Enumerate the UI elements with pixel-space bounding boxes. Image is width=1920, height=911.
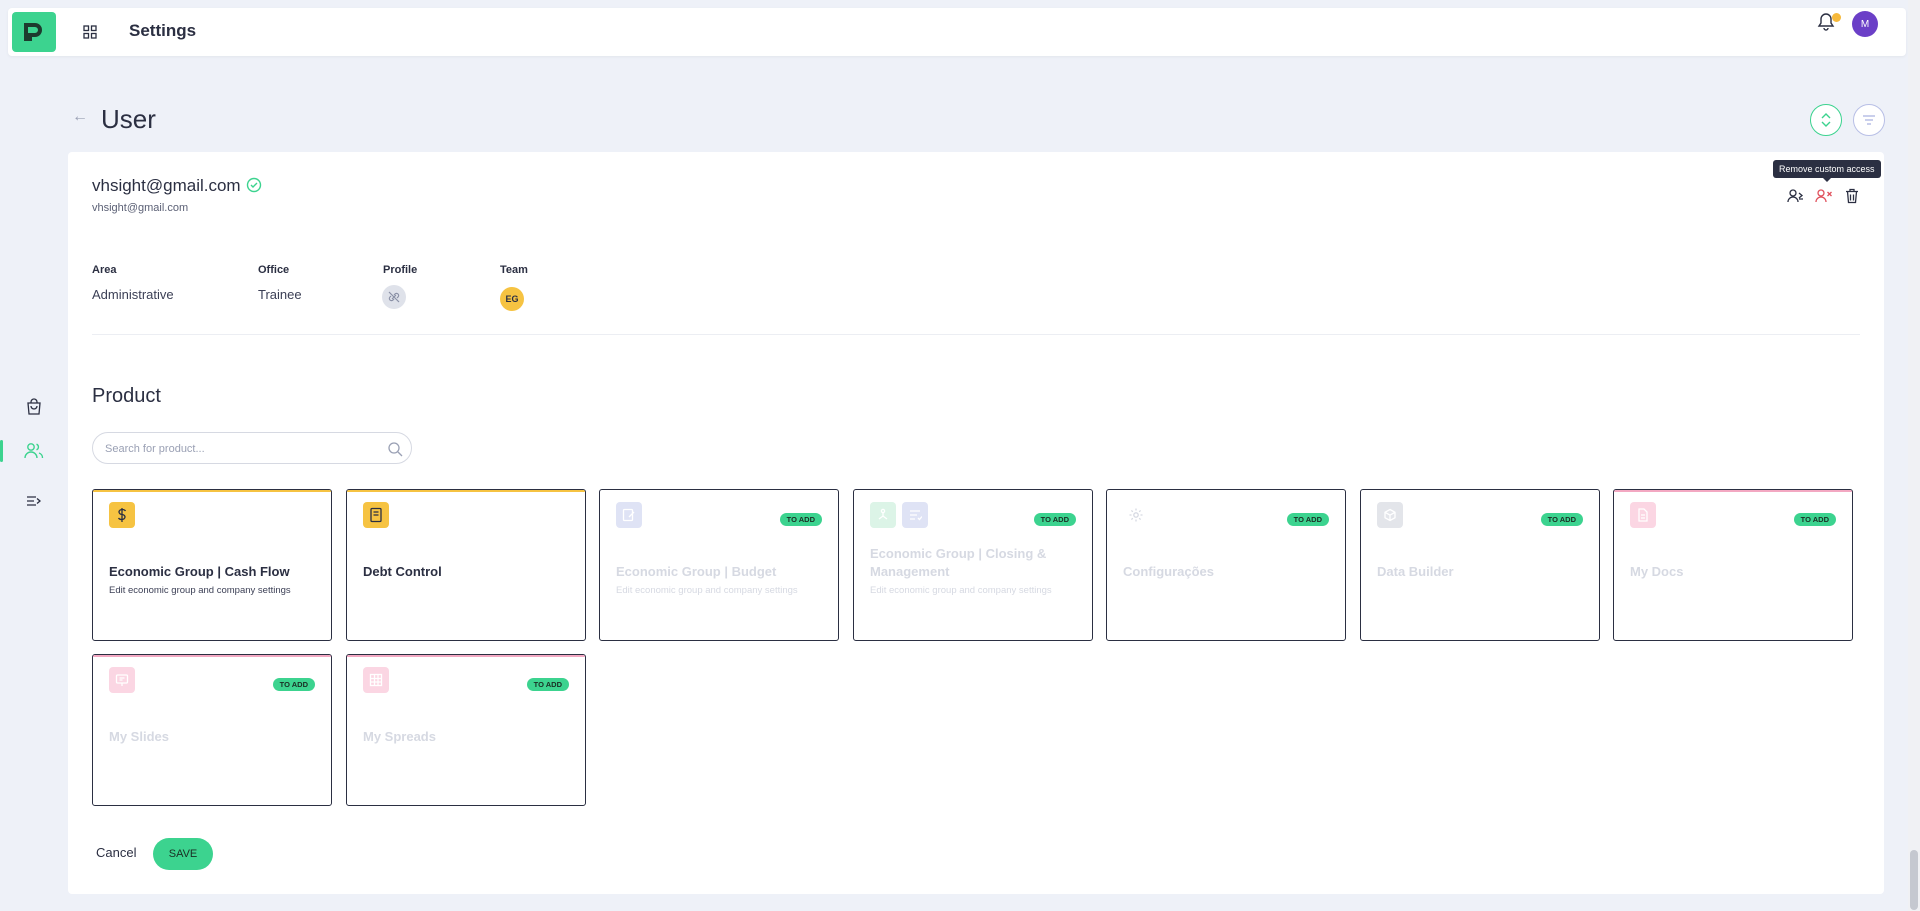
product-card-my-spreads[interactable]: TO ADD My Spreads (346, 654, 586, 806)
remove-custom-access-button[interactable] (1814, 186, 1834, 206)
edit-doc-icon (616, 502, 642, 528)
user-email: vhsight@gmail.com (92, 176, 241, 195)
product-card-my-slides[interactable]: TO ADD My Slides (92, 654, 332, 806)
card-accent-line (93, 490, 331, 492)
trash-icon (1846, 188, 1858, 204)
logo-icon (24, 23, 42, 41)
spreadsheet-icon (363, 667, 389, 693)
sidebar-item-expand[interactable] (22, 489, 46, 513)
area-value: Administrative (92, 287, 174, 302)
save-button[interactable]: SAVE (153, 838, 213, 870)
sidebar-item-products[interactable] (22, 395, 46, 419)
page-title: User (101, 104, 156, 134)
filter-icon (1863, 115, 1875, 125)
team-label: Team (500, 264, 528, 276)
to-add-badge: TO ADD (526, 678, 569, 691)
sidebar-active-indicator (0, 440, 3, 462)
to-add-badge: TO ADD (779, 513, 822, 526)
product-description: Edit economic group and company settings (616, 585, 798, 596)
product-name: Economic Group | Budget (616, 564, 777, 579)
verified-check-icon (246, 177, 262, 198)
card-accent-line (347, 490, 585, 492)
user-detail-card: vhsight@gmail.com vhsight@gmail.com Remo… (68, 152, 1884, 894)
bag-icon (27, 398, 41, 415)
product-card-data-builder[interactable]: TO ADD Data Builder (1360, 489, 1600, 641)
product-search (92, 432, 412, 464)
office-value: Trainee (258, 287, 302, 302)
gear-icon (1123, 502, 1149, 528)
to-add-badge: TO ADD (1793, 513, 1836, 526)
product-card-budget[interactable]: TO ADD Economic Group | Budget Edit econ… (599, 489, 839, 641)
card-accent-line (347, 655, 585, 657)
apps-grid-button[interactable] (80, 22, 100, 42)
product-section-title: Product (92, 385, 161, 407)
scrollbar[interactable] (1908, 0, 1920, 911)
ledger-icon (363, 502, 389, 528)
chevron-up-down-icon (1821, 113, 1831, 127)
to-add-badge: TO ADD (272, 678, 315, 691)
product-name: Economic Group | Cash Flow (109, 564, 290, 579)
to-add-badge: TO ADD (1286, 513, 1329, 526)
sidebar-item-users[interactable] (22, 439, 46, 463)
delete-button[interactable] (1842, 186, 1862, 206)
card-accent-line (93, 655, 331, 657)
product-name: My Slides (109, 729, 169, 744)
cancel-button[interactable]: Cancel (96, 845, 136, 860)
profile-label: Profile (383, 264, 418, 276)
user-email-secondary: vhsight@gmail.com (92, 202, 189, 214)
divider (92, 334, 1860, 335)
cube-icon (1377, 502, 1403, 528)
area-label: Area (92, 264, 117, 276)
tooltip: Remove custom access (1773, 160, 1881, 182)
product-card-closing-management[interactable]: TO ADD Economic Group | Closing & Manage… (853, 489, 1093, 641)
product-name: Debt Control (363, 564, 442, 579)
slides-icon (109, 667, 135, 693)
org-chart-icon (870, 502, 896, 528)
back-arrow-icon[interactable]: ← (72, 108, 88, 126)
product-name: Data Builder (1377, 564, 1454, 579)
filter-button[interactable] (1853, 104, 1885, 136)
dollar-icon (109, 502, 135, 528)
document-icon (1630, 502, 1656, 528)
checklist-icon (902, 502, 928, 528)
app-title: Settings (129, 21, 197, 40)
product-name: My Docs (1630, 564, 1684, 579)
product-search-input[interactable] (105, 440, 375, 458)
user-remove-icon (1815, 189, 1832, 203)
card-accent-line (1614, 490, 1852, 492)
notification-dot (1832, 13, 1841, 22)
product-name: Economic Group | Closing & Management (870, 546, 1047, 579)
product-description: Edit economic group and company settings (870, 585, 1052, 596)
product-name: My Spreads (363, 729, 436, 744)
scrollbar-thumb[interactable] (1910, 850, 1918, 910)
user-avatar[interactable]: M (1852, 11, 1878, 37)
profile-unlinked-icon[interactable] (382, 285, 406, 309)
product-card-my-docs[interactable]: TO ADD My Docs (1613, 489, 1853, 641)
office-label: Office (258, 264, 290, 276)
expand-menu-icon (27, 496, 42, 506)
product-name: Configurações (1123, 564, 1215, 579)
top-bar: Settings (8, 8, 1906, 56)
team-badge[interactable]: EG (500, 287, 524, 311)
logo[interactable] (12, 12, 56, 52)
product-card-configuracoes[interactable]: TO ADD Configurações (1106, 489, 1346, 641)
product-description: Edit economic group and company settings (109, 585, 291, 596)
to-add-badge: TO ADD (1033, 513, 1076, 526)
users-icon (24, 443, 44, 459)
product-card-cash-flow[interactable]: Economic Group | Cash Flow Edit economic… (92, 489, 332, 641)
product-card-debt-control[interactable]: Debt Control (346, 489, 586, 641)
sort-toggle-button[interactable] (1810, 104, 1842, 136)
to-add-badge: TO ADD (1540, 513, 1583, 526)
user-access-icon (1787, 189, 1804, 203)
grid-icon (83, 25, 97, 39)
user-access-button[interactable] (1786, 186, 1806, 206)
search-icon[interactable] (387, 441, 403, 457)
